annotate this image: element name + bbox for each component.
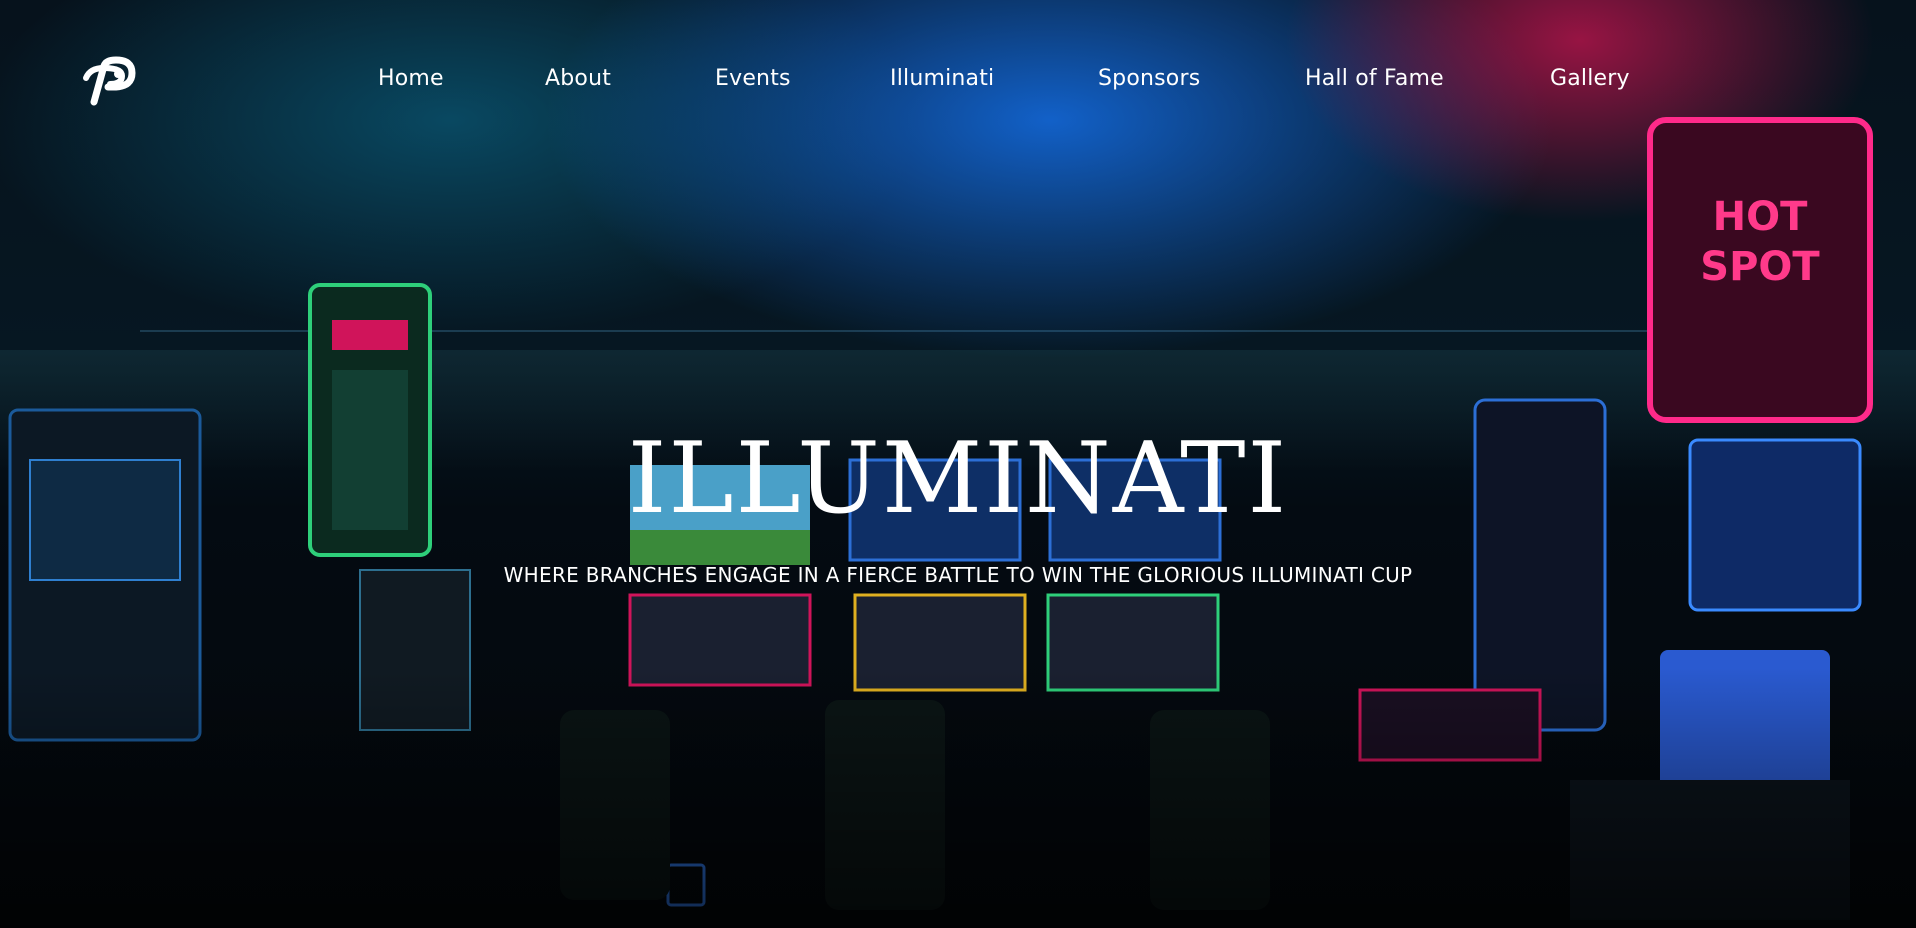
hero-title: ILLUMINATI: [627, 422, 1289, 536]
nav-link-hall-of-fame[interactable]: Hall of Fame: [1305, 68, 1444, 90]
nav-link-home[interactable]: Home: [378, 68, 444, 90]
hero-subtitle: WHERE BRANCHES ENGAGE IN A FIERCE BATTLE…: [503, 563, 1413, 587]
nav-link-events[interactable]: Events: [715, 68, 791, 90]
nav-link-gallery[interactable]: Gallery: [1550, 68, 1630, 90]
svg-text:SPOT: SPOT: [1700, 244, 1820, 290]
nav-link-sponsors[interactable]: Sponsors: [1098, 68, 1200, 90]
nav-link-about[interactable]: About: [545, 68, 611, 90]
brand-logo-icon[interactable]: [82, 56, 138, 110]
svg-text:HOT: HOT: [1713, 194, 1808, 240]
nav-link-illuminati[interactable]: Illuminati: [890, 68, 994, 90]
background-floor-shade: [0, 668, 1916, 928]
top-navigation: Home About Events Illuminati Sponsors Ha…: [0, 0, 1916, 168]
hero-section: HOT SPOT Home About Events Illuminati Sp…: [0, 0, 1916, 928]
